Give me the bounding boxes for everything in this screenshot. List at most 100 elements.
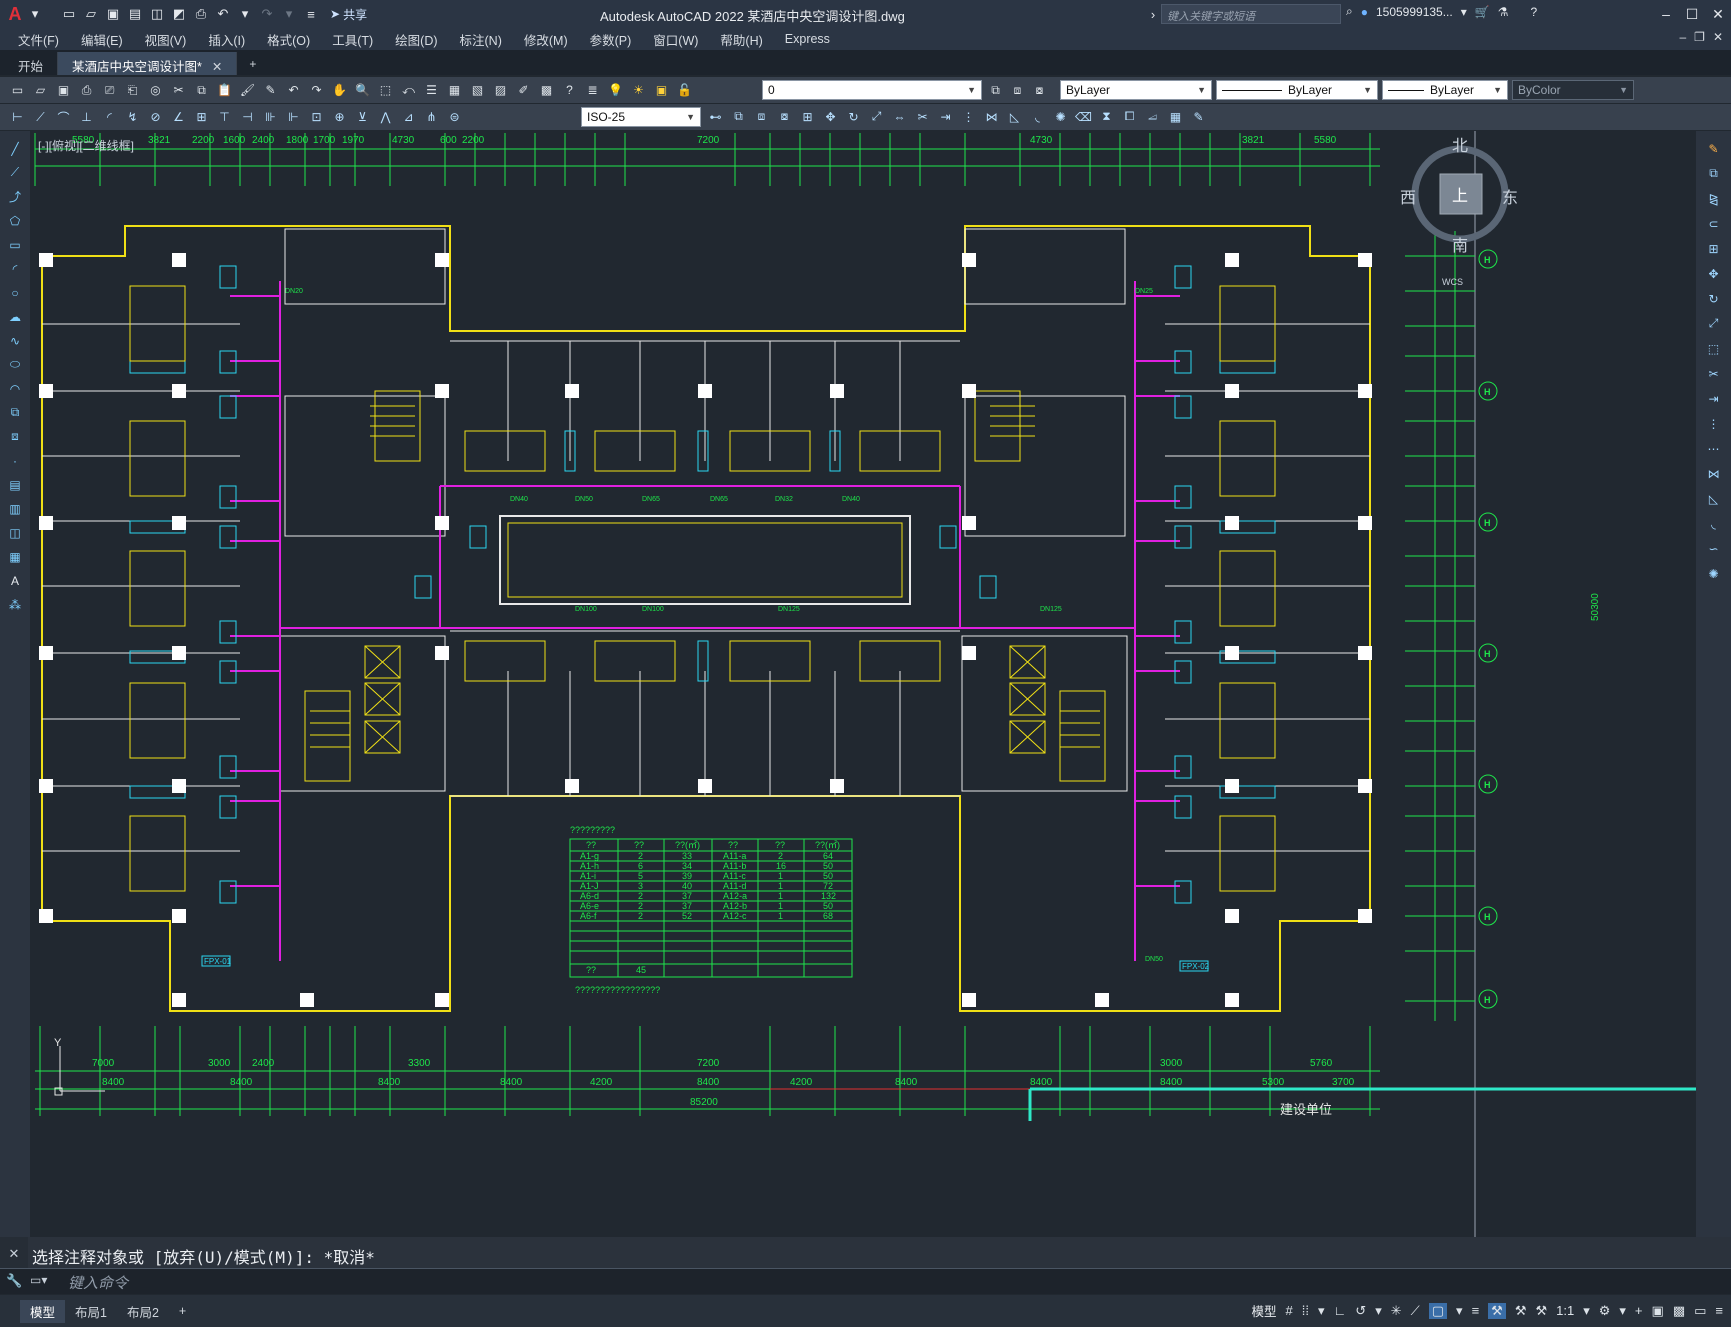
open-icon[interactable]: ▱	[82, 5, 100, 23]
saveas-icon[interactable]: ▤	[126, 5, 144, 23]
angular-icon[interactable]: ∠	[169, 108, 188, 127]
menu-view[interactable]: 视图(V)	[145, 30, 187, 49]
viewport-controls[interactable]: [-][俯视][二维线框]	[38, 137, 134, 154]
grid-icon[interactable]: #	[1286, 1303, 1293, 1318]
plotstyle-dropdown[interactable]: ByColor ▼	[1512, 80, 1634, 100]
copy-icon[interactable]: ⧉	[1704, 164, 1723, 183]
stretch-icon[interactable]: ⬚	[1704, 339, 1723, 358]
layer-freeze-icon[interactable]: ☀	[629, 81, 648, 100]
save-icon[interactable]: ▣	[54, 81, 73, 100]
share-button[interactable]: ➤ 共享	[330, 6, 367, 23]
publish-icon[interactable]: ⎗	[123, 81, 142, 100]
array-icon[interactable]: ⊞	[798, 107, 817, 126]
zoom-realtime-icon[interactable]: 🔍	[353, 81, 372, 100]
search-expand-icon[interactable]: ›	[1144, 5, 1162, 23]
lineweight-icon[interactable]: ≡	[1472, 1303, 1480, 1318]
layer-lock-icon[interactable]: 🔓	[675, 81, 694, 100]
explode-icon[interactable]: ✺	[1051, 107, 1070, 126]
trim-icon[interactable]: ✂	[1704, 364, 1723, 383]
drawing-area[interactable]: 5580 3821 2200 1600 2400 1800 1700 1970 …	[30, 131, 1696, 1237]
markup-icon[interactable]: ✐	[514, 81, 533, 100]
redo-dropdown-icon[interactable]: ▾	[280, 5, 298, 23]
gear-dropdown-icon[interactable]: ▾	[1619, 1303, 1626, 1319]
layout-tab-2[interactable]: 布局2	[117, 1300, 169, 1323]
workspace-icon[interactable]: ≡	[302, 5, 320, 23]
layer-on-icon[interactable]: 💡	[606, 81, 625, 100]
dimstyle-dropdown[interactable]: ISO-25 ▼	[581, 107, 701, 127]
scale-value[interactable]: 1:1	[1556, 1303, 1574, 1318]
open-icon[interactable]: ▱	[31, 81, 50, 100]
close-icon[interactable]: ✕	[1705, 0, 1731, 28]
copy-obj-icon[interactable]: ⧉	[729, 107, 748, 126]
fillet-icon[interactable]: ◟	[1028, 107, 1047, 126]
arc-icon[interactable]: ◜	[6, 259, 25, 278]
center-mark-icon[interactable]: ⊕	[330, 108, 349, 127]
move-icon[interactable]: ✥	[1704, 264, 1723, 283]
make-current-layer-icon[interactable]: ⧉	[986, 81, 1005, 100]
move-icon[interactable]: ✥	[821, 107, 840, 126]
menu-dimension[interactable]: 标注(N)	[460, 30, 502, 49]
hardware-accel-icon[interactable]: ▩	[1673, 1303, 1685, 1319]
customization-icon[interactable]: ≡	[1715, 1303, 1723, 1318]
add-selected-icon[interactable]: ⁂	[6, 595, 25, 614]
menu-edit[interactable]: 编辑(E)	[81, 30, 123, 49]
plot-preview-icon[interactable]: ⎚	[100, 81, 119, 100]
group-icon[interactable]: ⧠	[1120, 107, 1139, 126]
color-dropdown[interactable]: ByLayer ▼	[1060, 80, 1212, 100]
cut-icon[interactable]: ✂	[169, 81, 188, 100]
hatch-edit-icon[interactable]: ▦	[1166, 107, 1185, 126]
viewcube-wcs[interactable]: WCS	[1442, 277, 1463, 287]
user-name[interactable]: 1505999135...	[1376, 5, 1453, 19]
app-menu-chevron-icon[interactable]: ▾	[26, 5, 44, 23]
doc-restore-icon[interactable]: ❐	[1694, 30, 1705, 44]
snap-icon[interactable]: ⁞⁞	[1302, 1303, 1309, 1318]
radius-icon[interactable]: ◜	[100, 108, 119, 127]
zoom-previous-icon[interactable]: ⤺	[399, 81, 418, 100]
block-editor-icon[interactable]: ✎	[261, 81, 280, 100]
sheet-set-icon[interactable]: ▨	[491, 81, 510, 100]
save-web-icon[interactable]: ◩	[170, 5, 188, 23]
offset-icon[interactable]: ⧇	[775, 107, 794, 126]
user-dropdown-icon[interactable]: ▾	[1461, 5, 1467, 19]
paste-icon[interactable]: 📋	[215, 81, 234, 100]
design-center-icon[interactable]: ▦	[445, 81, 464, 100]
search-icon[interactable]: ⌕	[1346, 4, 1353, 19]
jogged-linear-icon[interactable]: ⋀	[376, 108, 395, 127]
menu-format[interactable]: 格式(O)	[267, 30, 310, 49]
rotate-icon[interactable]: ↻	[844, 107, 863, 126]
copy-icon[interactable]: ⧉	[192, 81, 211, 100]
ortho-icon[interactable]: ∟	[1334, 1303, 1347, 1318]
model-space-button[interactable]: 模型	[1252, 1301, 1277, 1320]
calculator-icon[interactable]: ▩	[537, 81, 556, 100]
undo-icon[interactable]: ↶	[284, 81, 303, 100]
menu-express[interactable]: Express	[785, 32, 830, 46]
isodraft-icon[interactable]: ✳	[1391, 1303, 1402, 1319]
inspect-icon[interactable]: ⊻	[353, 108, 372, 127]
plot-icon[interactable]: ⎙	[77, 81, 96, 100]
rectangle-icon[interactable]: ▭	[6, 235, 25, 254]
dim-style-icon[interactable]: ⊷	[706, 107, 725, 126]
continue-icon[interactable]: ⊣	[238, 108, 257, 127]
clean-screen-icon[interactable]: ▭	[1694, 1303, 1706, 1319]
command-input[interactable]: 键入命令	[64, 1272, 1724, 1292]
layer-previous-icon[interactable]: ⧈	[1008, 81, 1027, 100]
menu-draw[interactable]: 绘图(D)	[395, 30, 437, 49]
extend-icon[interactable]: ⇥	[936, 107, 955, 126]
new-icon[interactable]: ▭	[60, 5, 78, 23]
baseline-icon[interactable]: ⊤	[215, 108, 234, 127]
viewcube-top[interactable]: 上	[1452, 187, 1468, 205]
undo-icon[interactable]: ↶	[214, 5, 232, 23]
aligned-dim-icon[interactable]: ⟋	[31, 108, 50, 127]
customize-icon[interactable]: 🔧	[6, 1273, 22, 1289]
layer-dropdown[interactable]: 0 ▼	[762, 80, 982, 100]
layout-tab-1[interactable]: 布局1	[65, 1300, 117, 1323]
help-icon[interactable]: ?	[560, 81, 579, 100]
redo-icon[interactable]: ↷	[258, 5, 276, 23]
ellipse-arc-icon[interactable]: ◠	[6, 379, 25, 398]
polyline-icon[interactable]: ⤴	[6, 187, 25, 206]
cart-icon[interactable]: 🛒	[1475, 5, 1490, 19]
menu-tools[interactable]: 工具(T)	[332, 30, 373, 49]
break-icon[interactable]: ⋮	[1704, 414, 1723, 433]
tool-palettes-icon[interactable]: ▧	[468, 81, 487, 100]
menu-file[interactable]: 文件(F)	[18, 30, 59, 49]
